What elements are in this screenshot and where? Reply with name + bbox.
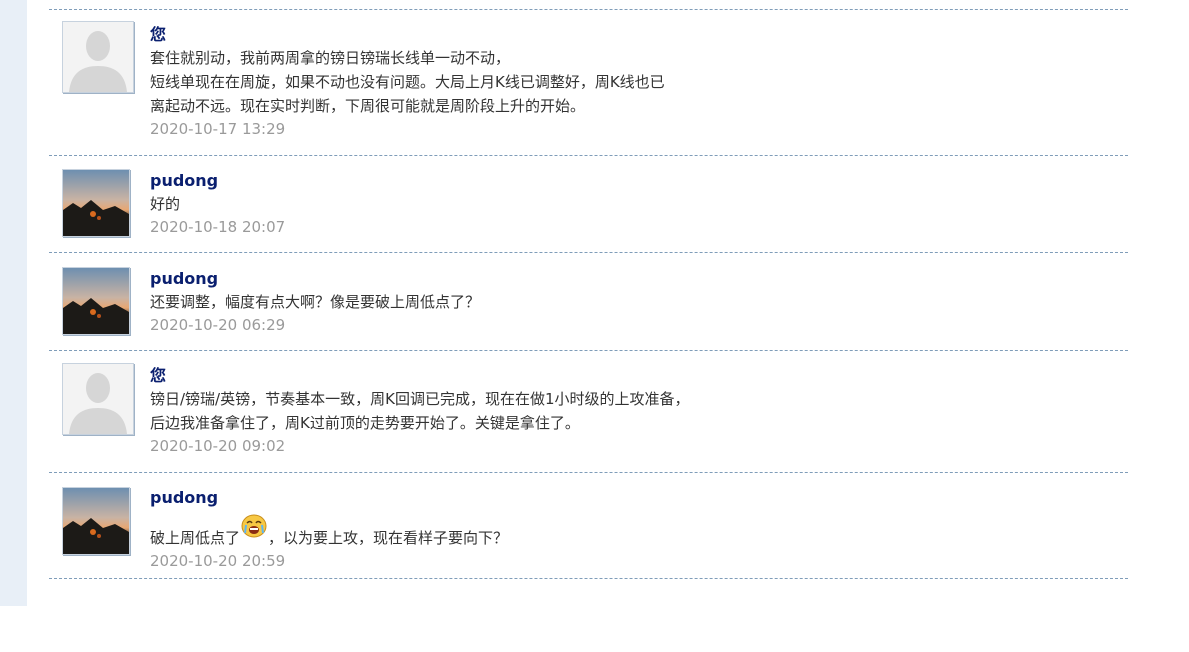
comment-text: 套住就别动，我前两周拿的镑日镑瑞长线单一动不动，: [150, 49, 511, 67]
divider: [49, 578, 1128, 579]
comment-text: 好的: [150, 195, 181, 213]
comment-text: 短线单现在在周旋，如果不动也没有问题。大局上月K线已调整好，周K线也已: [150, 73, 665, 91]
comment-author[interactable]: pudong: [150, 170, 1128, 192]
comment-author[interactable]: pudong: [150, 268, 1128, 290]
comment-text: 后边我准备拿住了，周K过前顶的走势要开始了。关键是拿住了。: [150, 414, 580, 432]
comment-timestamp: 2020-10-18 20:07: [150, 218, 286, 236]
comment-thread: 您 套住就别动，我前两周拿的镑日镑瑞长线单一动不动， 短线单现在在周旋，如果不动…: [49, 9, 1128, 579]
user-avatar[interactable]: [62, 487, 130, 555]
comment-item: pudong 好的 2020-10-18 20:07: [49, 156, 1128, 252]
comment-timestamp: 2020-10-20 20:59: [150, 552, 286, 570]
comment-item: 您 镑日/镑瑞/英镑，节奏基本一致，周K回调已完成，现在在做1小时级的上攻准备，…: [49, 351, 1128, 472]
comment-item: 您 套住就别动，我前两周拿的镑日镑瑞长线单一动不动， 短线单现在在周旋，如果不动…: [49, 10, 1128, 155]
sunset-photo-icon: [63, 170, 129, 236]
comment-author[interactable]: 您: [150, 24, 1128, 46]
comment-author[interactable]: 您: [150, 365, 1128, 387]
default-user-silhouette-icon: [63, 364, 133, 434]
user-avatar[interactable]: [62, 21, 134, 93]
comment-text-segment: ，以为要上攻，现在看样子要向下？: [268, 529, 509, 547]
default-user-silhouette-icon: [63, 22, 133, 92]
comment-text: 破上周低点了 ，以为要上攻，现在看样子要向下？: [150, 514, 1128, 550]
comment-timestamp: 2020-10-20 09:02: [150, 437, 286, 455]
sunset-photo-icon: [63, 488, 129, 554]
crying-face-emoji-icon: [241, 514, 267, 538]
comment-timestamp: 2020-10-20 06:29: [150, 316, 286, 334]
user-avatar[interactable]: [62, 169, 130, 237]
comment-text: 离起动不远。现在实时判断，下周很可能就是周阶段上升的开始。: [150, 97, 586, 115]
comment-text: 镑日/镑瑞/英镑，节奏基本一致，周K回调已完成，现在在做1小时级的上攻准备，: [150, 390, 690, 408]
sunset-photo-icon: [63, 268, 129, 334]
comment-text-segment: 破上周低点了: [150, 529, 241, 547]
comment-author[interactable]: pudong: [150, 487, 1128, 509]
user-avatar[interactable]: [62, 363, 134, 435]
left-sidebar-strip: [0, 0, 27, 606]
user-avatar[interactable]: [62, 267, 130, 335]
comment-item: pudong 还要调整，幅度有点大啊？像是要破上周低点了？ 2020-10-20…: [49, 253, 1128, 350]
comment-item: pudong 破上周低点了 ，以为要上攻，现在看样子要向下？ 2020-10-20…: [49, 473, 1128, 578]
comment-timestamp: 2020-10-17 13:29: [150, 120, 286, 138]
comment-text: 还要调整，幅度有点大啊？像是要破上周低点了？: [150, 293, 481, 311]
